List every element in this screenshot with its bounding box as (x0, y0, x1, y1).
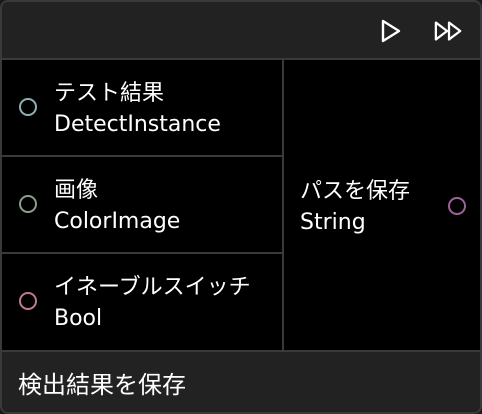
output-ports: パスを保存 String (284, 60, 480, 350)
input-port-image: 画像 ColorImage (2, 157, 282, 254)
node-footer: 検出結果を保存 (2, 350, 480, 412)
play-icon (381, 19, 401, 43)
input-port-type: DetectInstance (54, 112, 221, 137)
fast-forward-icon (434, 21, 462, 41)
input-ports: テスト結果 DetectInstance 画像 ColorImage イネーブル… (2, 60, 284, 350)
input-port-type: Bool (54, 306, 103, 331)
input-port-label: 画像 (54, 178, 99, 203)
input-port-enable-switch: イネーブルスイッチ Bool (2, 254, 282, 350)
input-port-label: イネーブルスイッチ (54, 275, 251, 300)
input-port-detect-result: テスト結果 DetectInstance (2, 60, 282, 157)
run-button[interactable] (376, 16, 406, 46)
input-port-text: テスト結果 DetectInstance (54, 78, 221, 140)
ports-area: テスト結果 DetectInstance 画像 ColorImage イネーブル… (2, 60, 480, 350)
node-card[interactable]: テスト結果 DetectInstance 画像 ColorImage イネーブル… (0, 0, 482, 414)
output-port-label: パスを保存 (300, 179, 411, 204)
input-port-label: テスト結果 (54, 81, 165, 106)
node-title: 検出結果を保存 (18, 371, 186, 399)
output-port-type: String (300, 210, 366, 235)
output-port-text: パスを保存 String (300, 176, 410, 238)
input-port-connector[interactable] (19, 98, 37, 116)
node-toolbar (2, 2, 480, 60)
input-port-text: イネーブルスイッチ Bool (54, 272, 251, 334)
output-port-connector[interactable] (448, 197, 466, 215)
input-port-type: ColorImage (54, 209, 181, 234)
run-all-button[interactable] (434, 16, 464, 46)
input-port-text: 画像 ColorImage (54, 175, 180, 237)
input-port-connector[interactable] (19, 195, 37, 213)
input-port-connector[interactable] (19, 292, 37, 310)
